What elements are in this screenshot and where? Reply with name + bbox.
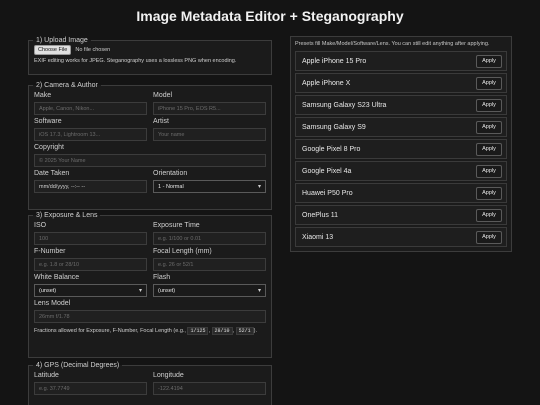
preset-item: Apple iPhone 15 Pro Apply — [295, 51, 507, 71]
focal-length-label: Focal Length (mm) — [153, 248, 212, 255]
lens-model-label: Lens Model — [34, 300, 71, 307]
apply-button[interactable]: Apply — [476, 164, 502, 178]
apply-button[interactable]: Apply — [476, 186, 502, 200]
copyright-label: Copyright — [34, 144, 64, 151]
apply-button[interactable]: Apply — [476, 230, 502, 244]
longitude-label: Longitude — [153, 372, 184, 379]
model-label: Model — [153, 92, 173, 99]
fractions-note-prefix: Fractions allowed for Exposure, F-Number… — [34, 328, 186, 334]
lens-model-input[interactable]: 26mm f/1.78 — [34, 310, 266, 323]
model-input[interactable]: iPhone 15 Pro, EOS R5... — [153, 102, 266, 115]
exposure-time-input[interactable]: e.g. 1/100 or 0.01 — [153, 232, 266, 245]
flash-label: Flash — [153, 274, 171, 281]
chevron-down-icon: ▾ — [257, 184, 261, 190]
camera-legend: 2) Camera & Author — [36, 82, 98, 89]
software-label: Software — [34, 118, 62, 125]
preset-item: Samsung Galaxy S23 Ultra Apply — [295, 95, 507, 115]
software-input[interactable]: iOS 17.3, Lightroom 13... — [34, 128, 147, 141]
latitude-input[interactable]: e.g. 37.7749 — [34, 382, 147, 395]
gps-legend: 4) GPS (Decimal Degrees) — [36, 362, 120, 369]
choose-file-button[interactable]: Choose File — [34, 45, 72, 55]
chevron-down-icon: ▾ — [138, 288, 142, 294]
orientation-value: 1 - Normal — [158, 183, 184, 190]
copyright-input[interactable]: © 2025 Your Name — [34, 154, 266, 167]
upload-panel: 1) Upload Image Choose File No file chos… — [28, 37, 272, 75]
focal-length-input[interactable]: e.g. 26 or 52/1 — [153, 258, 266, 271]
preset-name: Apple iPhone X — [302, 79, 351, 87]
preset-name: Google Pixel 8 Pro — [302, 145, 361, 153]
f-number-label: F-Number — [34, 248, 66, 255]
exposure-lens-panel: 3) Exposure & Lens ISO 100 Exposure Time… — [28, 212, 272, 358]
note-separator: , — [208, 328, 211, 334]
note-separator: , — [232, 328, 235, 334]
upload-legend: 1) Upload Image — [36, 37, 88, 44]
apply-button[interactable]: Apply — [476, 76, 502, 90]
make-label: Make — [34, 92, 52, 99]
chevron-down-icon: ▾ — [257, 288, 261, 294]
date-taken-label: Date Taken — [34, 170, 70, 177]
exposure-legend: 3) Exposure & Lens — [36, 212, 98, 219]
gps-panel: 4) GPS (Decimal Degrees) Latitude e.g. 3… — [28, 362, 272, 405]
iso-input[interactable]: 100 — [34, 232, 147, 245]
camera-author-panel: 2) Camera & Author Make Apple, Canon, Ni… — [28, 82, 272, 210]
artist-input[interactable]: Your name — [153, 128, 266, 141]
apply-button[interactable]: Apply — [476, 142, 502, 156]
artist-label: Artist — [153, 118, 169, 125]
preset-name: Google Pixel 4a — [302, 167, 352, 175]
page-title: Image Metadata Editor + Steganography — [136, 8, 404, 24]
preset-name: Xiaomi 13 — [302, 233, 334, 241]
apply-button[interactable]: Apply — [476, 120, 502, 134]
fractions-note: Fractions allowed for Exposure, F-Number… — [34, 327, 266, 336]
preset-name: Apple iPhone 15 Pro — [302, 57, 367, 65]
iso-label: ISO — [34, 222, 47, 229]
preset-name: Samsung Galaxy S9 — [302, 123, 366, 131]
presets-panel: Presets fill Make/Model/Software/Lens. Y… — [290, 36, 512, 252]
preset-item: Huawei P50 Pro Apply — [295, 183, 507, 203]
example-exposure: 1/125 — [187, 327, 209, 335]
note-suffix: ). — [253, 328, 258, 334]
make-input[interactable]: Apple, Canon, Nikon... — [34, 102, 147, 115]
preset-item: Google Pixel 4a Apply — [295, 161, 507, 181]
file-status: No file chosen — [75, 47, 111, 53]
preset-item: Xiaomi 13 Apply — [295, 227, 507, 247]
f-number-input[interactable]: e.g. 1.8 or 28/10 — [34, 258, 147, 271]
white-balance-value: (unset) — [39, 287, 57, 294]
preset-item: Apple iPhone X Apply — [295, 73, 507, 93]
preset-name: Samsung Galaxy S23 Ultra — [302, 101, 387, 109]
apply-button[interactable]: Apply — [476, 208, 502, 222]
apply-button[interactable]: Apply — [476, 54, 502, 68]
exposure-time-label: Exposure Time — [153, 222, 200, 229]
preset-name: Huawei P50 Pro — [302, 189, 353, 197]
orientation-label: Orientation — [153, 170, 188, 177]
longitude-input[interactable]: -122.4194 — [153, 382, 266, 395]
upload-note: EXIF editing works for JPEG. Steganograp… — [34, 58, 237, 64]
white-balance-select[interactable]: (unset) ▾ — [34, 284, 147, 297]
preset-item: OnePlus 11 Apply — [295, 205, 507, 225]
preset-item: Google Pixel 8 Pro Apply — [295, 139, 507, 159]
date-taken-input[interactable]: mm/dd/yyyy, --:-- -- — [34, 180, 147, 193]
presets-hint: Presets fill Make/Model/Software/Lens. Y… — [295, 41, 490, 47]
example-focal: 52/1 — [235, 327, 254, 335]
preset-name: OnePlus 11 — [302, 211, 339, 219]
example-fnumber: 28/10 — [211, 327, 233, 335]
orientation-select[interactable]: 1 - Normal ▾ — [153, 180, 266, 193]
latitude-label: Latitude — [34, 372, 59, 379]
flash-value: (unset) — [158, 287, 176, 294]
apply-button[interactable]: Apply — [476, 98, 502, 112]
white-balance-label: White Balance — [34, 274, 80, 281]
flash-select[interactable]: (unset) ▾ — [153, 284, 266, 297]
preset-item: Samsung Galaxy S9 Apply — [295, 117, 507, 137]
